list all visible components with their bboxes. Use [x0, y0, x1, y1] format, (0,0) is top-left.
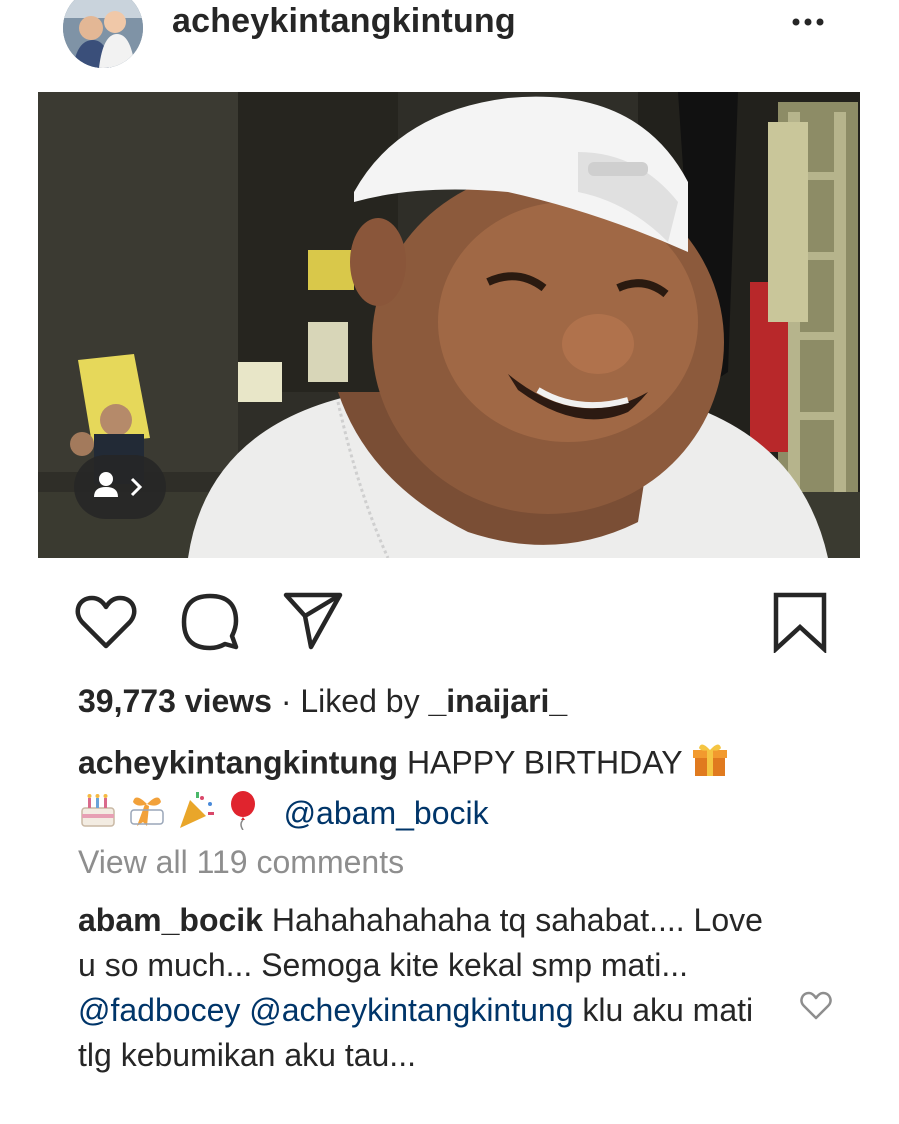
birthday-cake-emoji-icon — [78, 790, 118, 842]
views-count[interactable]: 39,773 views — [78, 683, 272, 719]
avatar[interactable] — [63, 0, 143, 68]
post-video[interactable] — [38, 92, 860, 558]
comment-item: abam_bocik Hahahahahaha tq sahabat.... L… — [78, 898, 778, 1078]
comment-heart-icon[interactable] — [800, 991, 832, 1021]
bookmark-icon[interactable] — [772, 591, 828, 655]
caption-text: HAPPY BIRTHDAY — [406, 744, 682, 781]
comment-mention-2[interactable]: @acheykintangkintung — [249, 992, 573, 1028]
view-all-comments-link[interactable]: View all 119 comments — [78, 844, 404, 881]
post-header: acheykintangkintung — [0, 0, 899, 70]
comment-mention-1[interactable]: @fadbocey — [78, 992, 240, 1028]
balloon-emoji-icon — [225, 790, 261, 842]
more-dots-icon[interactable] — [788, 12, 832, 32]
ribbon-gift-emoji-icon — [127, 790, 167, 842]
comment-bubble-icon[interactable] — [180, 592, 240, 652]
user-tag-icon[interactable] — [74, 455, 166, 519]
post-caption: acheykintangkintung HAPPY BIRTHDAY @abam… — [78, 740, 838, 842]
heart-icon[interactable] — [75, 594, 137, 650]
caption-author[interactable]: acheykintangkintung — [78, 744, 398, 780]
post-author-username[interactable]: acheykintangkintung — [172, 2, 516, 41]
caption-mention[interactable]: @abam_bocik — [284, 795, 489, 831]
gift-emoji-icon — [691, 740, 729, 790]
paper-plane-icon[interactable] — [283, 590, 343, 650]
party-popper-emoji-icon — [176, 790, 216, 842]
views-liked-line: 39,773 views · Liked by _inaijari_ — [78, 683, 567, 720]
liked-by-label: · Liked by — [280, 683, 420, 719]
comment-author[interactable]: abam_bocik — [78, 902, 263, 938]
liked-by-username[interactable]: _inaijari_ — [428, 683, 567, 719]
